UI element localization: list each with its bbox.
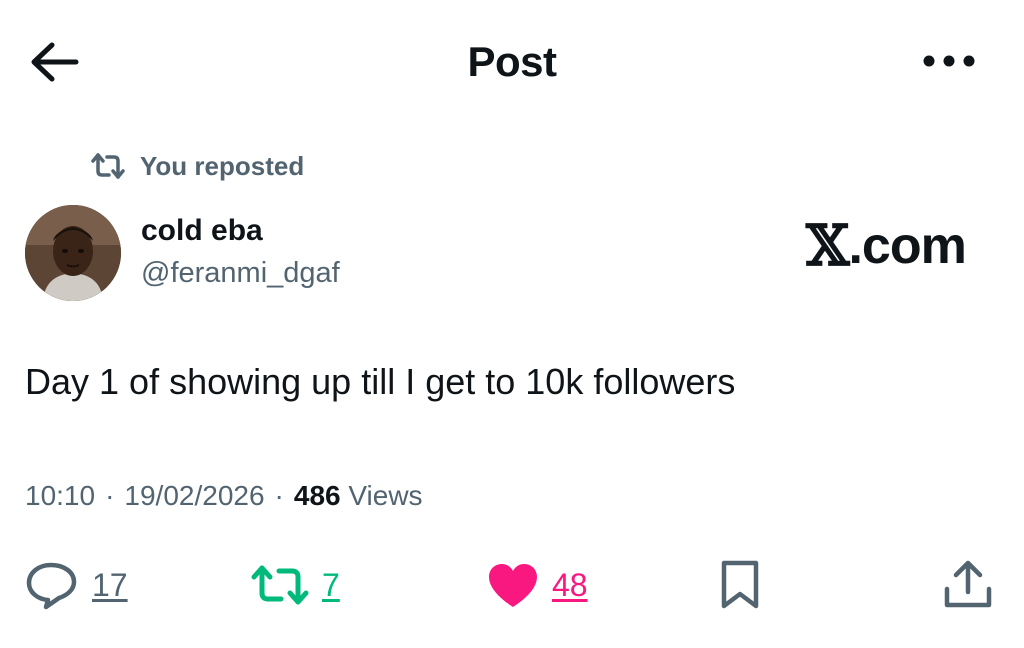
x-logo-icon: 𝕏 bbox=[806, 213, 849, 279]
meta-separator: · bbox=[105, 480, 115, 511]
x-com-watermark: 𝕏 .com bbox=[806, 213, 967, 279]
more-horizontal-icon bbox=[923, 55, 975, 67]
post-meta: 10:10 · 19/02/2026 · 486 Views bbox=[25, 477, 423, 515]
more-options-button[interactable] bbox=[914, 38, 984, 84]
avatar-photo bbox=[25, 205, 121, 301]
watermark-text: .com bbox=[848, 217, 966, 275]
share-icon bbox=[944, 560, 992, 608]
repost-button[interactable]: 7 bbox=[250, 555, 340, 615]
author-handle[interactable]: @feranmi_dgaf bbox=[141, 254, 340, 292]
post-time[interactable]: 10:10 bbox=[25, 477, 95, 515]
reply-count[interactable]: 17 bbox=[92, 567, 128, 604]
repost-icon bbox=[251, 565, 309, 605]
repost-banner[interactable]: You reposted bbox=[90, 147, 304, 185]
meta-separator: · bbox=[274, 480, 284, 511]
bookmark-button[interactable] bbox=[716, 555, 764, 615]
reply-button[interactable]: 17 bbox=[24, 555, 128, 615]
post-text: Day 1 of showing up till I get to 10k fo… bbox=[25, 361, 736, 402]
views-count: 486 bbox=[293, 480, 341, 511]
views-stat[interactable]: 486 Views bbox=[294, 477, 423, 515]
repost-banner-text: You reposted bbox=[140, 150, 305, 181]
avatar[interactable] bbox=[25, 205, 121, 301]
heart-icon bbox=[489, 564, 537, 607]
post-date[interactable]: 19/02/2026 bbox=[124, 477, 264, 515]
repost-count[interactable]: 7 bbox=[322, 567, 340, 604]
bookmark-icon bbox=[721, 560, 759, 609]
page-title: Post bbox=[467, 38, 557, 85]
author-name[interactable]: cold eba bbox=[141, 211, 263, 251]
like-count[interactable]: 48 bbox=[552, 567, 588, 604]
views-label: Views bbox=[348, 480, 423, 511]
reply-icon bbox=[26, 562, 77, 610]
repost-icon bbox=[91, 153, 125, 179]
like-button[interactable]: 48 bbox=[486, 555, 588, 615]
share-button[interactable] bbox=[942, 555, 994, 615]
